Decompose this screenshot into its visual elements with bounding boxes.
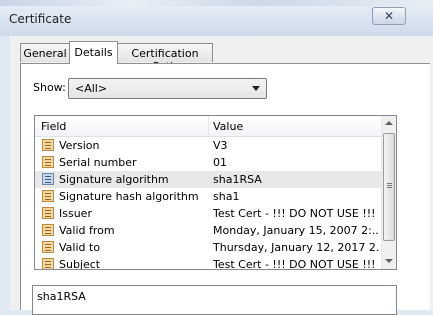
tab-general[interactable]: General — [20, 43, 70, 62]
list-item[interactable]: Valid from Monday, January 15, 2007 2:..… — [35, 222, 381, 239]
certificate-field-icon — [42, 139, 54, 151]
chevron-up-icon — [385, 121, 393, 125]
chevron-down-icon — [252, 86, 260, 91]
field-name: Valid to — [59, 241, 101, 254]
tab-details-label: Details — [74, 46, 113, 59]
certificate-field-icon — [42, 207, 54, 219]
tab-certification-path[interactable]: Certification Path — [117, 43, 213, 73]
field-detail-box[interactable]: sha1RSA — [32, 285, 397, 315]
list-item[interactable]: Signature hash algorithm sha1 — [35, 188, 381, 205]
list-item[interactable]: Serial number 01 — [35, 154, 381, 171]
show-dropdown-value: <All> — [75, 82, 108, 95]
field-name: Valid from — [59, 224, 115, 237]
scroll-up-button[interactable] — [382, 116, 396, 131]
list-item-selected[interactable]: Signature algorithm sha1RSA — [35, 171, 381, 188]
certificate-field-icon — [42, 173, 54, 185]
field-name: Signature hash algorithm — [59, 190, 199, 203]
column-divider[interactable] — [208, 116, 209, 136]
close-icon: ✕ — [383, 9, 395, 23]
list-item[interactable]: Version V3 — [35, 137, 381, 154]
column-header-value[interactable]: Value — [213, 120, 243, 133]
certificate-field-icon — [42, 190, 54, 202]
list-item[interactable]: Valid to Thursday, January 12, 2017 2... — [35, 239, 381, 256]
field-value: sha1RSA — [213, 173, 262, 186]
close-button[interactable]: ✕ — [372, 7, 406, 25]
certificate-field-icon — [42, 258, 54, 269]
field-list[interactable]: Field Value Version V3 Serial number 01 … — [34, 115, 397, 270]
field-name: Serial number — [59, 156, 137, 169]
list-item[interactable]: Issuer Test Cert - !!! DO NOT USE !!! — [35, 205, 381, 222]
list-rows: Version V3 Serial number 01 Signature al… — [35, 137, 381, 270]
certificate-field-icon — [42, 156, 54, 168]
chevron-down-icon — [385, 259, 393, 263]
field-value: Test Cert - !!! DO NOT USE !!! — [213, 207, 376, 220]
field-value: V3 — [213, 139, 228, 152]
tab-general-label: General — [23, 47, 67, 60]
window-top-edge — [0, 0, 433, 6]
scroll-thumb[interactable] — [383, 133, 395, 241]
field-name: Signature algorithm — [59, 173, 169, 186]
field-value: sha1 — [213, 190, 240, 203]
scroll-down-button[interactable] — [382, 254, 396, 269]
field-value: Test Cert - !!! DO NOT USE !!! — [213, 258, 376, 270]
column-header-field[interactable]: Field — [41, 120, 66, 133]
field-name: Subject — [59, 258, 101, 270]
field-value: 01 — [213, 156, 227, 169]
field-name: Issuer — [59, 207, 92, 220]
tab-details[interactable]: Details — [69, 41, 118, 64]
field-detail-text: sha1RSA — [37, 290, 86, 303]
show-label: Show: — [33, 81, 66, 94]
vertical-scrollbar[interactable] — [381, 116, 396, 269]
show-dropdown[interactable]: <All> — [68, 78, 267, 99]
window-title: Certificate — [9, 12, 72, 26]
certificate-field-icon — [42, 241, 54, 253]
list-header: Field Value — [35, 116, 381, 137]
field-name: Version — [59, 139, 100, 152]
field-value: Monday, January 15, 2007 2:... — [213, 224, 379, 237]
list-item[interactable]: Subject Test Cert - !!! DO NOT USE !!! — [35, 256, 381, 270]
field-value: Thursday, January 12, 2017 2... — [213, 241, 379, 254]
certificate-field-icon — [42, 224, 54, 236]
